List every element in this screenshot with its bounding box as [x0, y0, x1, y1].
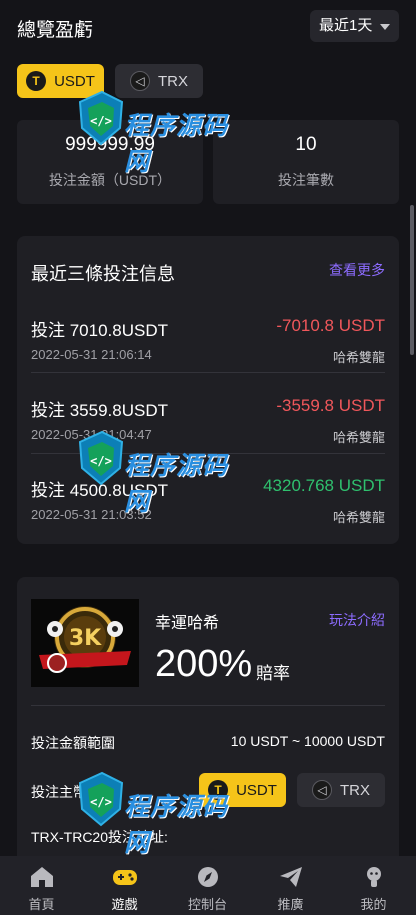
bet-range-label: 投注金額範圍	[31, 735, 115, 751]
coin-tab-label: USDT	[54, 72, 95, 90]
bet-row[interactable]: 投注 7010.8USDT 2022-05-31 21:06:14 -7010.…	[31, 302, 385, 382]
bet-range-value: 10 USDT ~ 10000 USDT	[230, 733, 385, 749]
caret-down-icon	[380, 24, 390, 30]
game-thumbnail[interactable]: 3K	[31, 599, 139, 687]
game-intro-link[interactable]: 玩法介紹	[329, 610, 385, 630]
nav-label: 控制台	[187, 897, 227, 912]
scrollbar-thumb[interactable]	[410, 205, 414, 355]
stat-value: 999999.99	[65, 134, 155, 155]
nav-item-games[interactable]: 遊戲	[83, 856, 166, 915]
recent-bets-title: 最近三條投注信息	[31, 264, 175, 284]
nav-label: 遊戲	[111, 897, 138, 912]
nav-label: 推廣	[277, 897, 304, 912]
nav-item-profile[interactable]: 我的	[332, 856, 415, 915]
header: 總覽盈虧 最近1天	[0, 0, 416, 52]
coin-option-label: USDT	[236, 781, 277, 799]
time-range-value: 最近1天	[319, 17, 373, 34]
game-odds: 200%	[155, 643, 253, 685]
nav-item-home[interactable]: 首頁	[0, 856, 83, 915]
bet-amount: 投注 3559.8USDT	[31, 401, 168, 420]
divider	[31, 705, 385, 706]
profile-icon	[367, 867, 381, 887]
odds-label: 賠率	[256, 664, 290, 683]
coin-tab-usdt[interactable]: T USDT	[17, 64, 104, 98]
bet-row[interactable]: 投注 4500.8USDT 2022-05-31 21:03:52 4320.7…	[31, 462, 385, 542]
game-coin-trx[interactable]: ◁ TRX	[297, 773, 385, 807]
divider	[31, 453, 385, 454]
stat-card-bet-count: 10 投注筆數	[213, 120, 399, 204]
bet-game: 哈希雙龍	[332, 510, 385, 525]
bet-result: -7010.8 USDT	[276, 316, 385, 335]
usdt-icon: T	[26, 71, 47, 91]
bet-amount: 投注 4500.8USDT	[31, 481, 168, 500]
nav-label: 我的	[360, 897, 387, 912]
bet-time: 2022-05-31 21:03:52	[31, 507, 152, 522]
view-more-link[interactable]: 查看更多	[329, 260, 385, 280]
coin-tab-trx[interactable]: ◁ TRX	[115, 64, 203, 98]
time-range-select[interactable]: 最近1天	[310, 10, 399, 42]
page-title: 總覽盈虧	[17, 20, 94, 41]
nav-label: 首頁	[28, 897, 55, 912]
bet-coin-label: 投注主幣	[31, 784, 87, 800]
game-card: 3K 幸運哈希 玩法介紹 200% 賠率 投注金額範圍 10 USDT ~ 10…	[17, 577, 399, 867]
bet-game: 哈希雙龍	[332, 430, 385, 445]
bet-result: -3559.8 USDT	[276, 396, 385, 415]
nav-item-console[interactable]: 控制台	[166, 856, 249, 915]
home-icon	[31, 867, 53, 887]
stat-label: 投注筆數	[278, 172, 334, 188]
bet-game: 哈希雙龍	[332, 350, 385, 365]
divider	[31, 372, 385, 373]
recent-bets-card: 最近三條投注信息 查看更多 投注 7010.8USDT 2022-05-31 2…	[17, 236, 399, 544]
trx-icon: ◁	[312, 780, 332, 800]
stat-value: 10	[295, 134, 317, 155]
compass-icon	[198, 867, 218, 887]
coin-tab-label: TRX	[158, 72, 188, 90]
gamepad-icon	[113, 870, 137, 885]
game-coin-usdt[interactable]: T USDT	[199, 773, 286, 807]
trx-icon: ◁	[130, 71, 150, 91]
coin-option-label: TRX	[340, 781, 370, 799]
bet-time: 2022-05-31 21:06:14	[31, 347, 152, 362]
bottom-nav: 首頁 遊戲 控制台 推廣 我的	[0, 856, 416, 915]
stat-card-bet-amount: 999999.99 投注金額（USDT）	[17, 120, 203, 204]
bet-time: 2022-05-31 21:04:47	[31, 427, 152, 442]
nav-item-promote[interactable]: 推廣	[249, 856, 332, 915]
paper-plane-icon	[280, 867, 302, 887]
game-logo-image: 3K	[31, 599, 139, 687]
usdt-icon: T	[208, 780, 229, 800]
bet-amount: 投注 7010.8USDT	[31, 321, 168, 340]
stat-label: 投注金額（USDT）	[48, 172, 172, 188]
game-name: 幸運哈希	[155, 615, 220, 632]
bet-result: 4320.768 USDT	[263, 476, 385, 495]
bet-address-label: TRX-TRC20投注地址:	[31, 829, 168, 845]
bet-row[interactable]: 投注 3559.8USDT 2022-05-31 21:04:47 -3559.…	[31, 382, 385, 462]
svg-text:3K: 3K	[69, 626, 102, 651]
